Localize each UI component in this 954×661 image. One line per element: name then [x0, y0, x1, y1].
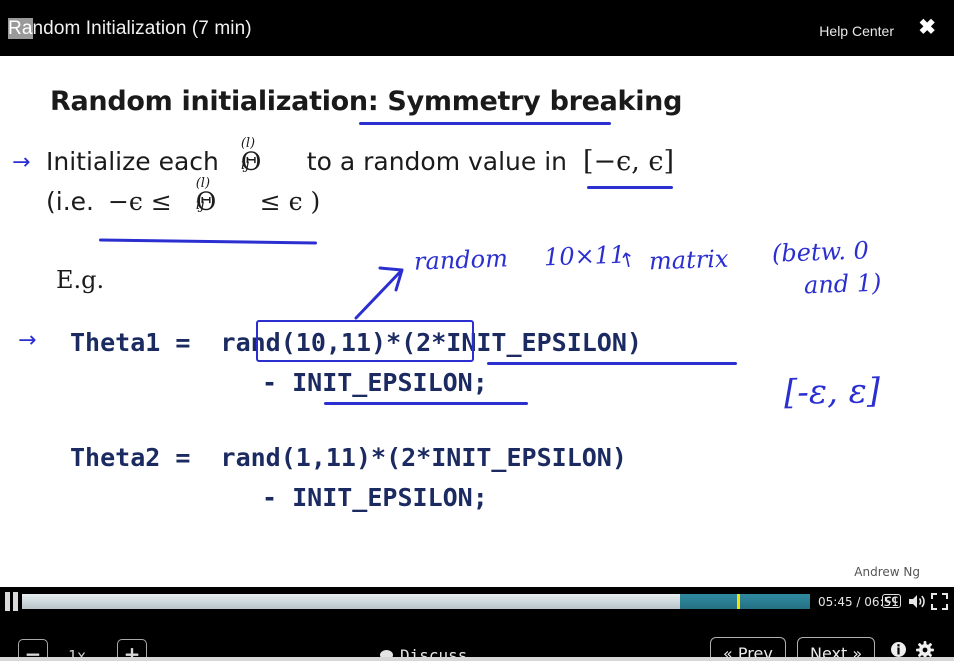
init-epsilon-underline-2 — [324, 402, 528, 405]
window-bottom-edge — [0, 657, 954, 661]
course-video-player: Random Initialization (7 min) Help Cente… — [0, 0, 954, 661]
handwritten-epsilon-interval-annotation: [-ε, ε] — [783, 371, 881, 413]
math-line2-upper-bound: ≤ ϵ ) — [259, 187, 321, 216]
rand-call-box-annotation — [256, 320, 474, 362]
interval-underline-annotation — [587, 186, 673, 189]
slide-right-edge — [950, 56, 954, 587]
help-center-link[interactable]: Help Center — [819, 23, 894, 39]
slide-heading: Random initialization: Symmetry breaking — [50, 86, 683, 117]
example-label: E.g. — [56, 266, 105, 294]
theta-superscript-1: (l) — [240, 136, 256, 151]
lecture-slide: Random initialization: Symmetry breaking… — [4, 56, 950, 587]
controls-progress-row: 05:45 / 06:51 CC — [0, 587, 954, 617]
pointer-arrow-annotation — [354, 266, 404, 320]
code-theta1-line2: - INIT_EPSILON; — [262, 368, 488, 397]
handwritten-matrix-dims-annotation: 10×11 — [543, 240, 626, 272]
math-line2-lower-bound: −ϵ ≤ — [107, 187, 172, 216]
window-titlebar: Random Initialization (7 min) Help Cente… — [0, 0, 954, 56]
cc-icon[interactable]: CC — [882, 594, 901, 608]
video-progress-bar[interactable] — [22, 594, 810, 609]
bullet-arrow-annotation-2: → — [18, 328, 37, 353]
controls-action-row: − 1x + Discuss « Prev Next » — [0, 617, 954, 661]
author-attribution: Andrew Ng — [854, 565, 920, 579]
video-controls: 05:45 / 06:51 CC − 1x + Discuss « Prev N… — [0, 587, 954, 661]
math-line1-prefix: Initialize each — [46, 147, 219, 176]
close-icon[interactable]: ✖ — [918, 17, 936, 38]
page-title: Random Initialization (7 min) — [8, 18, 252, 40]
handwritten-range-line1-annotation: (betw. 0 — [771, 236, 870, 268]
theta-superscript-2: (l) — [195, 176, 211, 191]
title-remaining-text: ndom Initialization (7 min) — [32, 18, 252, 39]
theta-symbol-1: Θ (l) ij — [240, 136, 262, 176]
title-selected-text: Ra — [8, 18, 33, 39]
handwritten-range-line2-annotation: and 1) — [803, 268, 882, 300]
math-statement-line-1: Initialize each Θ (l) ij to a random value… — [46, 136, 675, 177]
theta-subscript-2: ij — [195, 197, 205, 213]
progress-marker[interactable] — [736, 594, 740, 609]
theta-symbol-2: Θ (l) ij — [195, 176, 217, 216]
pause-icon[interactable] — [4, 592, 20, 611]
handwritten-matrix-word-annotation: matrix — [648, 244, 729, 276]
heading-underline-annotation — [359, 122, 611, 125]
progress-played — [22, 594, 680, 609]
code-theta2-line1: Theta2 = rand(1,11)*(2*INIT_EPSILON) — [70, 443, 627, 472]
epsilon-interval-1: [−ϵ, ϵ] — [582, 146, 675, 177]
init-epsilon-underline-1 — [487, 362, 737, 365]
bullet-arrow-annotation-1: → — [12, 150, 31, 175]
code-theta2-line2: - INIT_EPSILON; — [262, 483, 488, 512]
math-line2-prefix: (i.e. — [46, 187, 94, 216]
math-line1-middle: to a random value in — [306, 147, 568, 176]
theta-subscript-1: ij — [240, 157, 250, 173]
fullscreen-icon[interactable] — [931, 593, 948, 615]
inequality-underline-annotation — [98, 238, 318, 245]
volume-icon[interactable] — [908, 593, 926, 615]
math-statement-line-2: (i.e. −ϵ ≤ Θ (l) ij ≤ ϵ ) — [46, 176, 321, 216]
